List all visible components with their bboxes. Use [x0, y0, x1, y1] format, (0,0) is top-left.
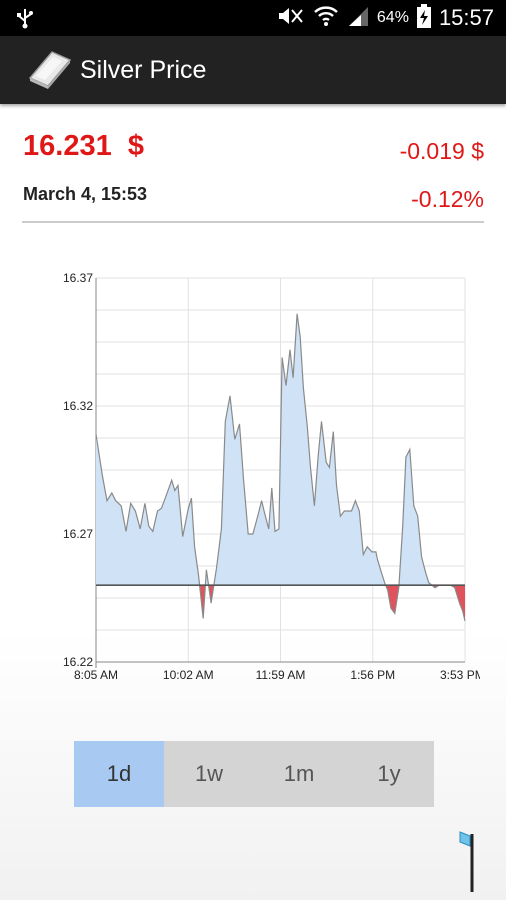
y-tick-label: 16.37 — [63, 271, 93, 285]
y-tick-label: 16.22 — [63, 655, 93, 669]
usb-icon — [16, 7, 34, 34]
action-bar: Silver Price — [0, 36, 506, 104]
tab-1w[interactable]: 1w — [164, 741, 254, 807]
price-change-absolute: -0.019 $ — [399, 138, 484, 164]
flag-icon[interactable] — [458, 830, 482, 899]
price-change-percent: -0.12% — [411, 186, 484, 212]
y-tick-label: 16.27 — [63, 527, 93, 541]
y-tick-label: 16.32 — [63, 399, 93, 413]
mute-icon — [277, 6, 305, 31]
x-tick-label: 8:05 AM — [74, 668, 118, 682]
current-price: 16.231 $ — [23, 130, 144, 162]
status-bar: 64% 15:57 — [0, 0, 506, 36]
battery-percent: 64% — [376, 9, 409, 26]
x-tick-label: 3:53 PM — [440, 668, 485, 682]
app-title: Silver Price — [80, 56, 207, 84]
wifi-icon — [313, 5, 339, 32]
quote-timestamp: March 4, 15:53 — [23, 184, 148, 204]
tab-1d[interactable]: 1d — [74, 741, 164, 807]
battery-charging-icon — [416, 3, 431, 33]
x-tick-label: 1:56 PM — [350, 668, 395, 682]
tab-1m[interactable]: 1m — [254, 741, 344, 807]
divider — [22, 221, 484, 223]
tab-1y[interactable]: 1y — [344, 741, 434, 807]
range-tabs: 1d 1w 1m 1y — [74, 741, 434, 807]
status-time: 15:57 — [438, 5, 494, 30]
silver-bar-icon[interactable] — [28, 48, 72, 95]
x-tick-label: 10:02 AM — [163, 668, 214, 682]
price-chart[interactable]: 16.37 16.32 16.27 16.228:05 AM 10:02 AM 11:59… — [0, 250, 506, 700]
x-tick-label: 11:59 AM — [256, 668, 306, 682]
signal-icon — [347, 5, 369, 32]
